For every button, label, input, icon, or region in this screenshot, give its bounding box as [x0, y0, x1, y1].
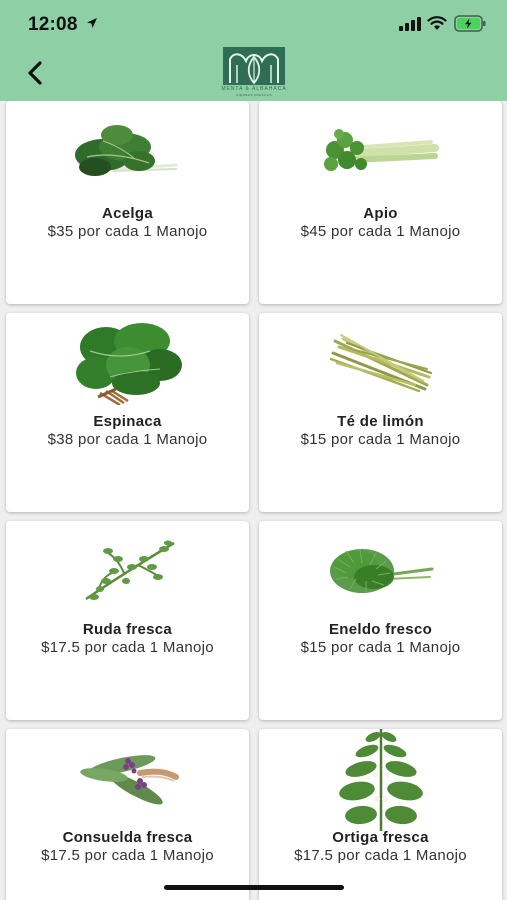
product-name: Ruda fresca: [82, 621, 173, 638]
location-arrow-icon: [87, 18, 97, 28]
comfrey-icon: [79, 755, 179, 805]
spinach-icon: [75, 323, 182, 405]
cellular-signal-icon: [399, 17, 421, 31]
home-indicator[interactable]: [164, 885, 344, 890]
product-grid: Acelga $35 por cada 1 Manojo Apio $45 po…: [0, 101, 507, 900]
product-card[interactable]: Espinaca $38 por cada 1 Manojo: [6, 313, 249, 512]
product-price: $35 por cada 1 Manojo: [47, 223, 208, 240]
product-price: $15 por cada 1 Manojo: [300, 431, 461, 448]
screen: 12:08 MENTA & ALBAHACA HIERBAS FRESCAS A…: [0, 0, 507, 900]
product-price: $17.5 por cada 1 Manojo: [41, 639, 214, 656]
product-price: $17.5 por cada 1 Manojo: [294, 847, 467, 864]
product-name: Té de limón: [337, 413, 424, 430]
product-price: $38 por cada 1 Manojo: [47, 431, 208, 448]
product-price: $15 por cada 1 Manojo: [300, 639, 461, 656]
product-price: $45 por cada 1 Manojo: [300, 223, 461, 240]
product-card[interactable]: Eneldo fresco $15 por cada 1 Manojo: [259, 521, 502, 720]
logo-text: MENTA & ALBAHACA: [221, 86, 287, 92]
product-name: Ortiga fresca: [332, 829, 429, 846]
wifi-icon: [427, 16, 447, 30]
logo-mark-icon: [223, 47, 285, 85]
product-card[interactable]: Consuelda fresca $17.5 por cada 1 Manojo: [6, 729, 249, 900]
rue-icon: [84, 540, 175, 601]
product-name: Acelga: [102, 205, 153, 222]
header: 12:08 MENTA & ALBAHACA HIERBAS FRESCAS: [0, 0, 507, 101]
logo-subtext: HIERBAS FRESCAS: [236, 93, 272, 97]
product-name: Eneldo fresco: [328, 621, 433, 638]
back-button[interactable]: [20, 57, 52, 89]
product-name: Espinaca: [93, 413, 162, 430]
product-card[interactable]: Apio $45 por cada 1 Manojo: [259, 101, 502, 304]
nettle-icon: [338, 729, 423, 831]
logo: MENTA & ALBAHACA HIERBAS FRESCAS: [221, 47, 286, 97]
celery-icon: [323, 129, 439, 171]
chard-icon: [74, 125, 177, 176]
lemongrass-icon: [329, 334, 432, 393]
product-card[interactable]: Té de limón $15 por cada 1 Manojo: [259, 313, 502, 512]
dill-icon: [329, 548, 433, 593]
product-name: Apio: [363, 205, 398, 222]
battery-charging-icon: [454, 15, 486, 32]
product-card[interactable]: Ruda fresca $17.5 por cada 1 Manojo: [6, 521, 249, 720]
status-time: 12:08: [28, 14, 78, 35]
product-price: $17.5 por cada 1 Manojo: [41, 847, 214, 864]
product-card[interactable]: Ortiga fresca $17.5 por cada 1 Manojo: [259, 729, 502, 900]
product-name: Consuelda fresca: [62, 829, 193, 846]
status-bar: 12:08: [0, 0, 507, 50]
product-card[interactable]: Acelga $35 por cada 1 Manojo: [6, 101, 249, 304]
